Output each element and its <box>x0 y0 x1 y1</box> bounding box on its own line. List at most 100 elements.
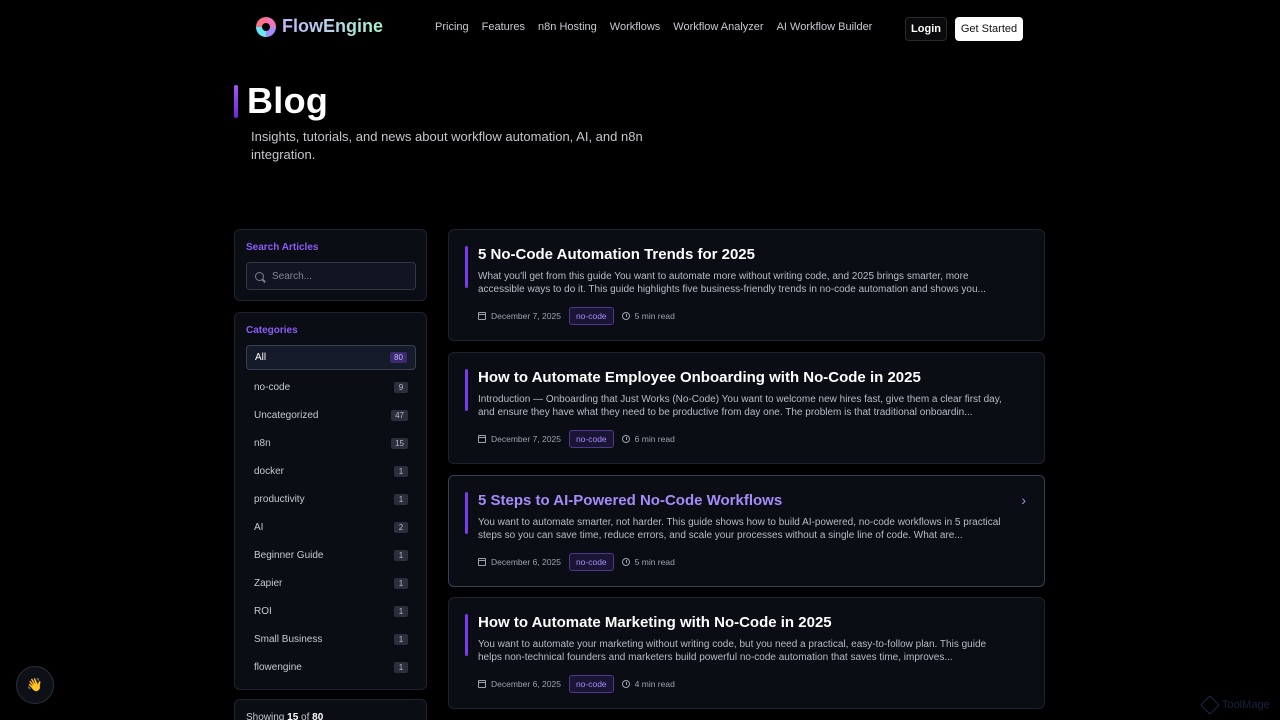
hero-accent-bar <box>234 85 238 118</box>
categories-panel: Categories All 80 no-code 9 Uncategorize… <box>234 312 427 690</box>
category-item-no-code[interactable]: no-code 9 <box>246 373 416 401</box>
wave-chat-button[interactable]: 👋 <box>16 666 54 704</box>
article-title[interactable]: 5 No-Code Automation Trends for 2025 <box>478 246 755 263</box>
article-date: December 6, 2025 <box>478 557 561 567</box>
clock-icon <box>621 435 630 443</box>
category-item-uncategorized[interactable]: Uncategorized 47 <box>246 401 416 429</box>
nav-link-workflows[interactable]: Workflows <box>610 21 661 33</box>
get-started-button[interactable]: Get Started <box>955 17 1023 41</box>
category-item-beginner-guide[interactable]: Beginner Guide 1 <box>246 541 416 569</box>
article-read-text: 6 min read <box>634 434 675 444</box>
category-label: flowengine <box>254 661 302 673</box>
category-label: Beginner Guide <box>254 549 324 561</box>
watermark-text: ToolMage <box>1222 699 1270 711</box>
category-item-productivity[interactable]: productivity 1 <box>246 485 416 513</box>
showing-prefix: Showing <box>246 712 285 720</box>
category-item-small-business[interactable]: Small Business 1 <box>246 625 416 653</box>
category-label: n8n <box>254 437 271 449</box>
showing-count-text: Showing 15 of 80 <box>246 712 323 720</box>
card-accent-bar <box>465 614 468 656</box>
article-meta: December 6, 2025 no-code 5 min read <box>478 553 675 571</box>
nav-link-ai-workflow-builder[interactable]: AI Workflow Builder <box>777 21 873 33</box>
category-count: 1 <box>394 661 408 673</box>
category-label: Uncategorized <box>254 409 319 421</box>
calendar-icon <box>478 558 486 566</box>
category-item-zapier[interactable]: Zapier 1 <box>246 569 416 597</box>
category-label: docker <box>254 465 285 477</box>
showing-total: 80 <box>312 712 324 720</box>
category-label: Zapier <box>254 577 283 589</box>
nav-link-n8n-hosting[interactable]: n8n Hosting <box>538 21 597 33</box>
chevron-right-icon[interactable]: › <box>1021 492 1026 508</box>
page-subtitle: Insights, tutorials, and news about work… <box>251 129 643 162</box>
category-label: Small Business <box>254 633 323 645</box>
article-excerpt: You want to automate your marketing with… <box>478 639 987 663</box>
showing-count: 15 <box>287 712 299 720</box>
clock-icon <box>621 680 630 688</box>
article-date-text: December 7, 2025 <box>491 434 561 444</box>
category-item-roi[interactable]: ROI 1 <box>246 597 416 625</box>
watermark: ToolMage <box>1200 695 1270 715</box>
calendar-icon <box>478 435 486 443</box>
article-card[interactable]: How to Automate Marketing with No-Code i… <box>448 597 1045 709</box>
category-count: 47 <box>391 409 408 421</box>
article-card[interactable]: 5 No-Code Automation Trends for 2025 Wha… <box>448 229 1045 341</box>
category-count: 1 <box>394 465 408 477</box>
article-tag[interactable]: no-code <box>568 430 614 448</box>
article-tag[interactable]: no-code <box>568 307 614 325</box>
article-date-text: December 7, 2025 <box>491 311 561 321</box>
category-count: 9 <box>394 381 408 393</box>
article-card[interactable]: How to Automate Employee Onboarding with… <box>448 352 1045 464</box>
brand-name: FlowEngine <box>282 16 383 36</box>
login-button[interactable]: Login <box>905 17 947 41</box>
article-title[interactable]: 5 Steps to AI-Powered No-Code Workflows <box>478 492 782 509</box>
nav-link-workflow-analyzer[interactable]: Workflow Analyzer <box>673 21 763 33</box>
category-list: All 80 no-code 9 Uncategorized 47 n8n 15… <box>246 345 416 681</box>
category-count: 1 <box>394 577 408 589</box>
top-nav: FlowEngine Pricing Features n8n Hosting … <box>0 0 1280 57</box>
article-read-time: 4 min read <box>621 679 675 689</box>
logo-icon <box>256 16 276 37</box>
article-tag[interactable]: no-code <box>568 553 614 571</box>
nav-link-features[interactable]: Features <box>482 21 525 33</box>
category-label: no-code <box>254 381 291 393</box>
showing-of: of <box>301 712 310 720</box>
article-title[interactable]: How to Automate Employee Onboarding with… <box>478 369 921 386</box>
article-read-time: 5 min read <box>621 557 675 567</box>
article-date: December 6, 2025 <box>478 679 561 689</box>
article-read-time: 5 min read <box>621 311 675 321</box>
card-accent-bar <box>465 246 468 288</box>
category-count: 2 <box>394 521 408 533</box>
article-card-hovered[interactable]: 5 Steps to AI-Powered No-Code Workflows … <box>448 475 1045 587</box>
nav-link-pricing[interactable]: Pricing <box>435 21 469 33</box>
search-icon <box>255 271 264 281</box>
search-box[interactable] <box>246 262 416 290</box>
card-accent-bar <box>465 492 468 534</box>
search-input[interactable] <box>272 270 412 282</box>
article-title[interactable]: How to Automate Marketing with No-Code i… <box>478 614 832 631</box>
article-read-time: 6 min read <box>621 434 675 444</box>
watermark-icon <box>1200 695 1220 715</box>
category-label: All <box>255 352 267 363</box>
nav-links: Pricing Features n8n Hosting Workflows W… <box>435 21 872 33</box>
article-date: December 7, 2025 <box>478 311 561 321</box>
category-count: 1 <box>394 493 408 505</box>
category-item-ai[interactable]: AI 2 <box>246 513 416 541</box>
category-item-all[interactable]: All 80 <box>246 345 416 370</box>
article-date-text: December 6, 2025 <box>491 679 561 689</box>
category-label: ROI <box>254 605 272 617</box>
article-meta: December 6, 2025 no-code 4 min read <box>478 675 675 693</box>
article-read-text: 5 min read <box>634 557 675 567</box>
clock-icon <box>621 558 630 566</box>
article-tag[interactable]: no-code <box>568 675 614 693</box>
brand-logo[interactable]: FlowEngine <box>256 16 383 37</box>
category-count: 1 <box>394 605 408 617</box>
article-date: December 7, 2025 <box>478 434 561 444</box>
article-excerpt: Introduction — Onboarding that Just Work… <box>478 394 1002 418</box>
category-item-docker[interactable]: docker 1 <box>246 457 416 485</box>
category-count: 1 <box>394 633 408 645</box>
category-item-flowengine[interactable]: flowengine 1 <box>246 653 416 681</box>
showing-panel: Showing 15 of 80 <box>234 699 427 720</box>
category-item-n8n[interactable]: n8n 15 <box>246 429 416 457</box>
article-excerpt: What you'll get from this guide You want… <box>478 271 986 295</box>
